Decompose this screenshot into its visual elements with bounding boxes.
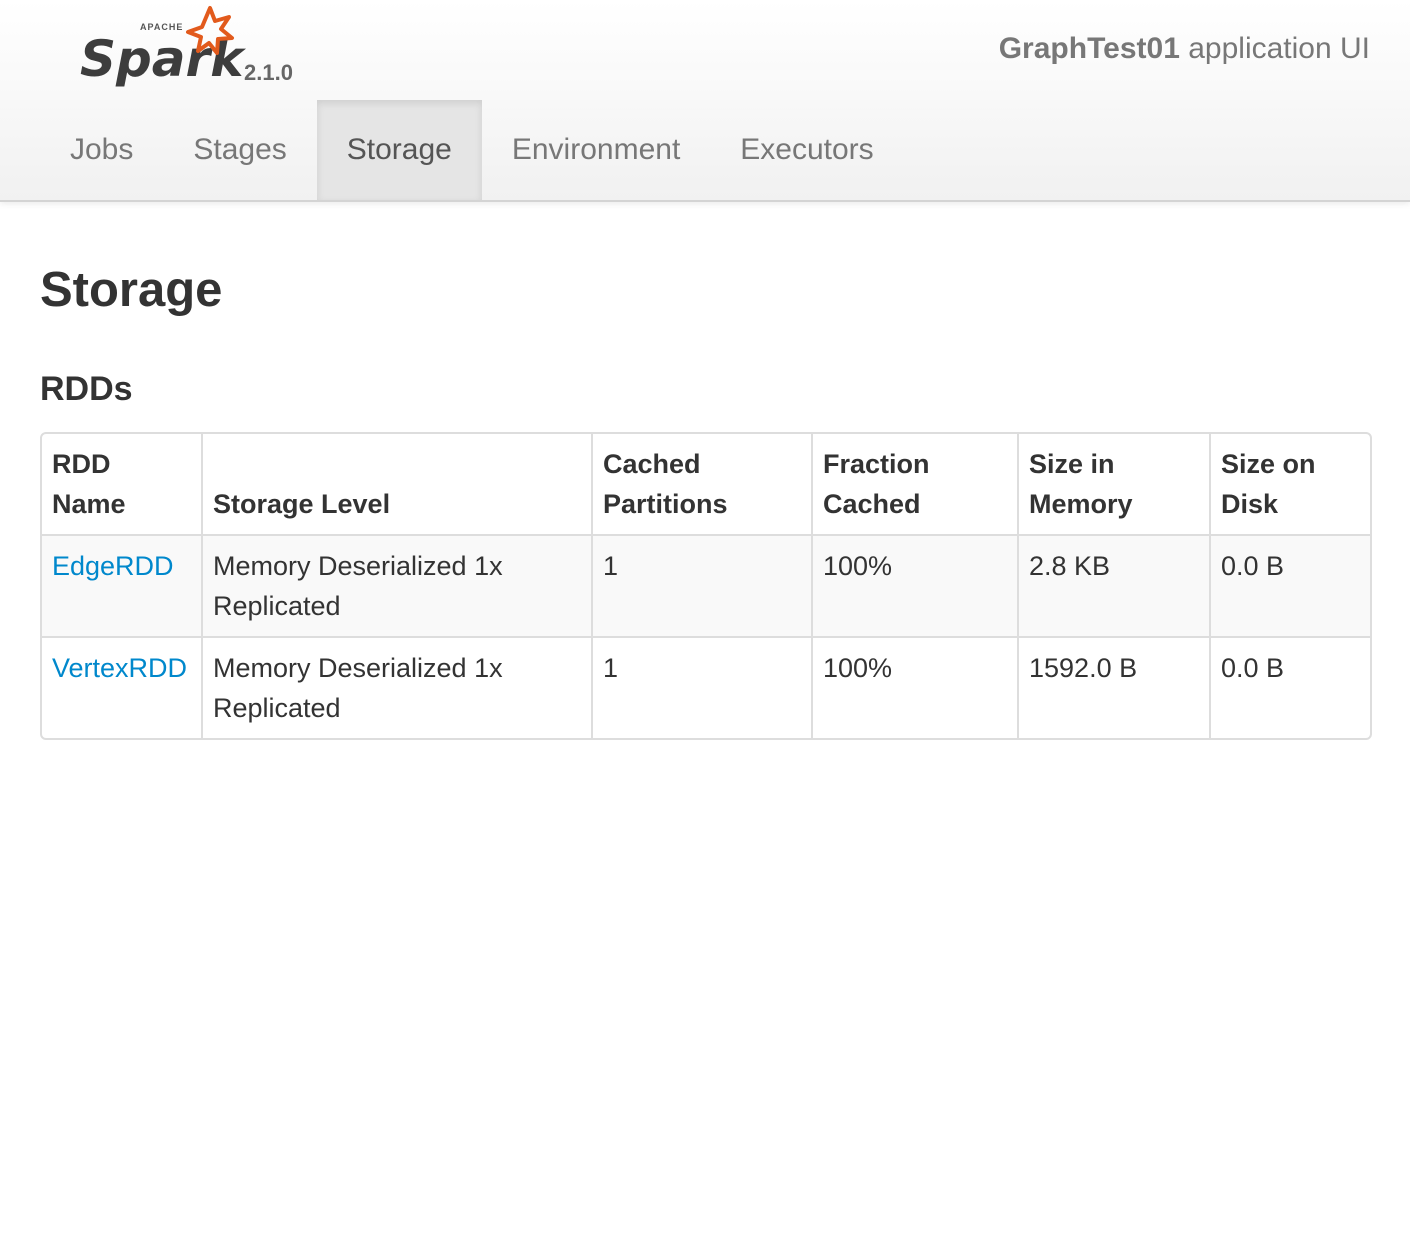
cell-rdd-name: EdgeRDD xyxy=(42,534,202,637)
storage-level-line2: Replicated xyxy=(213,591,341,621)
header-size-on-disk-line1: Size on xyxy=(1221,449,1316,479)
cell-storage-level: Memory Deserialized 1x Replicated xyxy=(201,636,592,738)
storage-level-line1: Memory Deserialized 1x xyxy=(213,551,503,581)
spark-version: 2.1.0 xyxy=(244,60,293,85)
cell-cached-partitions: 1 xyxy=(591,534,812,637)
spark-brand[interactable]: APACHE Spark 2.1.0 xyxy=(78,4,318,94)
spark-logo: APACHE Spark xyxy=(80,6,246,88)
table-header-row: RDD Name Storage Level Cached Partitions F… xyxy=(42,434,1370,535)
cell-fraction-cached: 100% xyxy=(811,534,1018,637)
section-title-rdds: RDDs xyxy=(40,370,133,408)
header-fraction-cached-line2: Cached xyxy=(823,489,921,519)
table-row: EdgeRDD Memory Deserialized 1x Replicated… xyxy=(42,534,1370,637)
app-title: GraphTest01 application UI xyxy=(999,32,1370,66)
cell-storage-level: Memory Deserialized 1x Replicated xyxy=(201,534,592,637)
header-rdd-name[interactable]: RDD Name xyxy=(42,434,202,535)
header-storage-level[interactable]: Storage Level xyxy=(201,434,592,535)
header-rdd-name-line1: RDD xyxy=(52,449,111,479)
cell-cached-partitions: 1 xyxy=(591,636,812,738)
header-size-on-disk-line2: Disk xyxy=(1221,489,1279,519)
cell-size-on-disk: 0.0 B xyxy=(1209,534,1370,637)
cell-rdd-name: VertexRDD xyxy=(42,636,202,738)
cell-size-in-memory: 2.8 KB xyxy=(1017,534,1210,637)
header-rdd-name-line2: Name xyxy=(52,489,126,519)
rdd-table-container: RDD Name Storage Level Cached Partitions F… xyxy=(40,432,1372,740)
top-navbar: APACHE Spark 2.1.0 GraphTest01 applicati… xyxy=(0,0,1410,202)
header-cached-partitions-line2: Partitions xyxy=(603,489,728,519)
rdd-link-edgerdd[interactable]: EdgeRDD xyxy=(52,551,174,581)
app-title-suffix: application UI xyxy=(1179,32,1370,65)
header-cached-partitions-line1: Cached xyxy=(603,449,701,479)
tab-environment[interactable]: Environment xyxy=(482,100,710,200)
rdd-table: RDD Name Storage Level Cached Partitions F… xyxy=(42,434,1370,738)
header-size-in-memory-line2: Memory xyxy=(1029,489,1133,519)
storage-level-line2: Replicated xyxy=(213,693,341,723)
tab-executors[interactable]: Executors xyxy=(710,100,903,200)
tab-stages[interactable]: Stages xyxy=(163,100,316,200)
header-cached-partitions[interactable]: Cached Partitions xyxy=(591,434,812,535)
nav-tabs: Jobs Stages Storage Environment Executor… xyxy=(40,100,904,200)
header-storage-level-label: Storage Level xyxy=(213,489,391,519)
header-fraction-cached-line1: Fraction xyxy=(823,449,930,479)
app-name: GraphTest01 xyxy=(998,32,1180,65)
tab-jobs[interactable]: Jobs xyxy=(40,100,163,200)
table-row: VertexRDD Memory Deserialized 1x Replicat… xyxy=(42,636,1370,738)
page-title: Storage xyxy=(40,263,223,317)
cell-size-in-memory: 1592.0 B xyxy=(1017,636,1210,738)
cell-fraction-cached: 100% xyxy=(811,636,1018,738)
tab-storage[interactable]: Storage xyxy=(316,100,482,200)
cell-size-on-disk: 0.0 B xyxy=(1209,636,1370,738)
rdd-link-vertexrdd[interactable]: VertexRDD xyxy=(52,653,187,683)
storage-level-line1: Memory Deserialized 1x xyxy=(213,653,503,683)
header-size-on-disk[interactable]: Size on Disk xyxy=(1209,434,1370,535)
header-fraction-cached[interactable]: Fraction Cached xyxy=(811,434,1018,535)
header-size-in-memory-line1: Size in xyxy=(1029,449,1115,479)
header-size-in-memory[interactable]: Size in Memory xyxy=(1017,434,1210,535)
